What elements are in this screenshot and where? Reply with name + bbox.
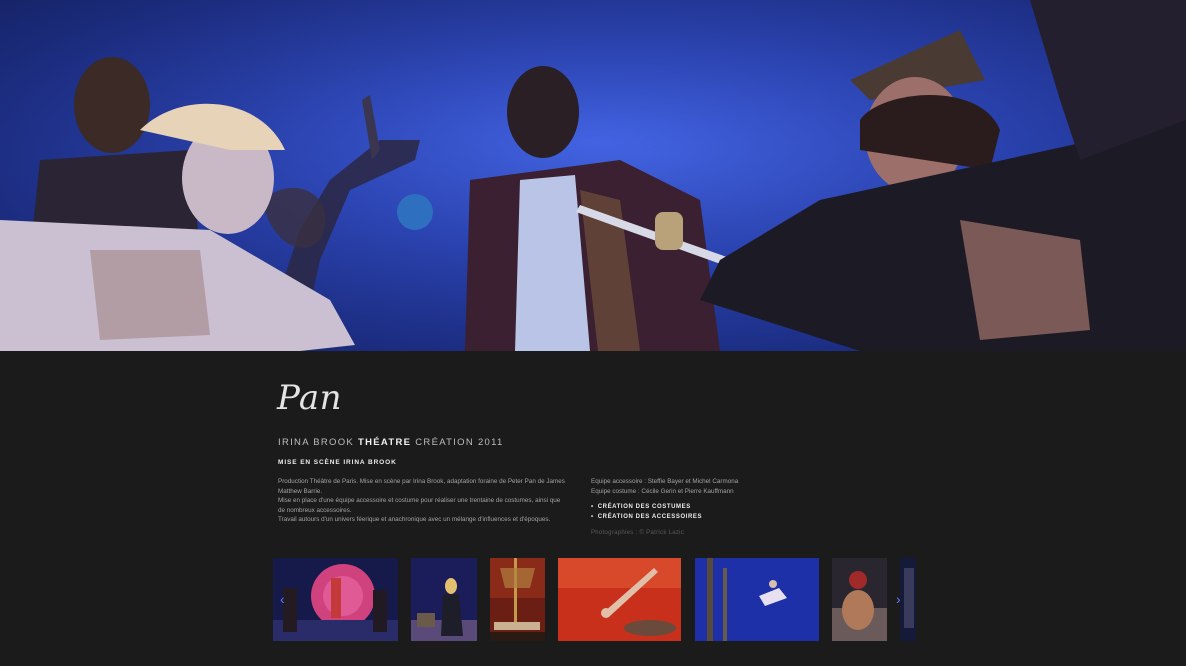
page-title: Pan (277, 378, 343, 418)
gallery-thumbnail[interactable] (273, 558, 398, 641)
link-accessories[interactable]: CRÉATION DES ACCESSOIRES (591, 512, 702, 522)
hero-image (0, 0, 1186, 351)
team-line: Equipe accessoire : Steffie Bayer et Mic… (591, 478, 739, 485)
hero-stage-illustration (0, 0, 1186, 351)
chevron-right-icon[interactable]: › (896, 592, 901, 606)
show-subtitle: IRINA BROOK THÉATRE CRÉATION 2011 (278, 437, 504, 448)
description: Production Théâtre de Paris. Mise en scè… (278, 477, 568, 525)
gallery-thumbnail[interactable] (695, 558, 819, 641)
team-credits: Equipe accessoire : Steffie Bayer et Mic… (591, 477, 831, 496)
team-line: Equipe costume : Cécile Gerin et Pierre … (591, 487, 734, 495)
description-paragraph: Travail autours d'un univers féerique et… (278, 516, 551, 524)
description-paragraph: Production Théâtre de Paris. Mise en scè… (278, 478, 565, 495)
photo-credit: Photographies : © Patrick Lazic (591, 530, 685, 536)
link-costumes[interactable]: CRÉATION DES COSTUMES (591, 502, 702, 512)
chevron-left-icon[interactable]: ‹ (280, 592, 285, 606)
gallery-thumbnail[interactable] (558, 558, 681, 641)
description-paragraph: Mise en place d'une équipe accessoire et… (278, 497, 561, 514)
creation-year: CRÉATION 2011 (415, 437, 504, 448)
director-name: IRINA BROOK (278, 437, 355, 448)
gallery-thumbnail[interactable] (900, 558, 916, 641)
service-links: CRÉATION DES COSTUMES CRÉATION DES ACCES… (591, 502, 702, 522)
gallery-thumbnail[interactable] (490, 558, 545, 641)
gallery-thumbnail[interactable] (832, 558, 887, 641)
gallery-thumbnail[interactable] (411, 558, 477, 641)
category-label: THÉATRE (358, 437, 412, 448)
staging-label: MISE EN SCÈNE IRINA BROOK (278, 459, 397, 466)
